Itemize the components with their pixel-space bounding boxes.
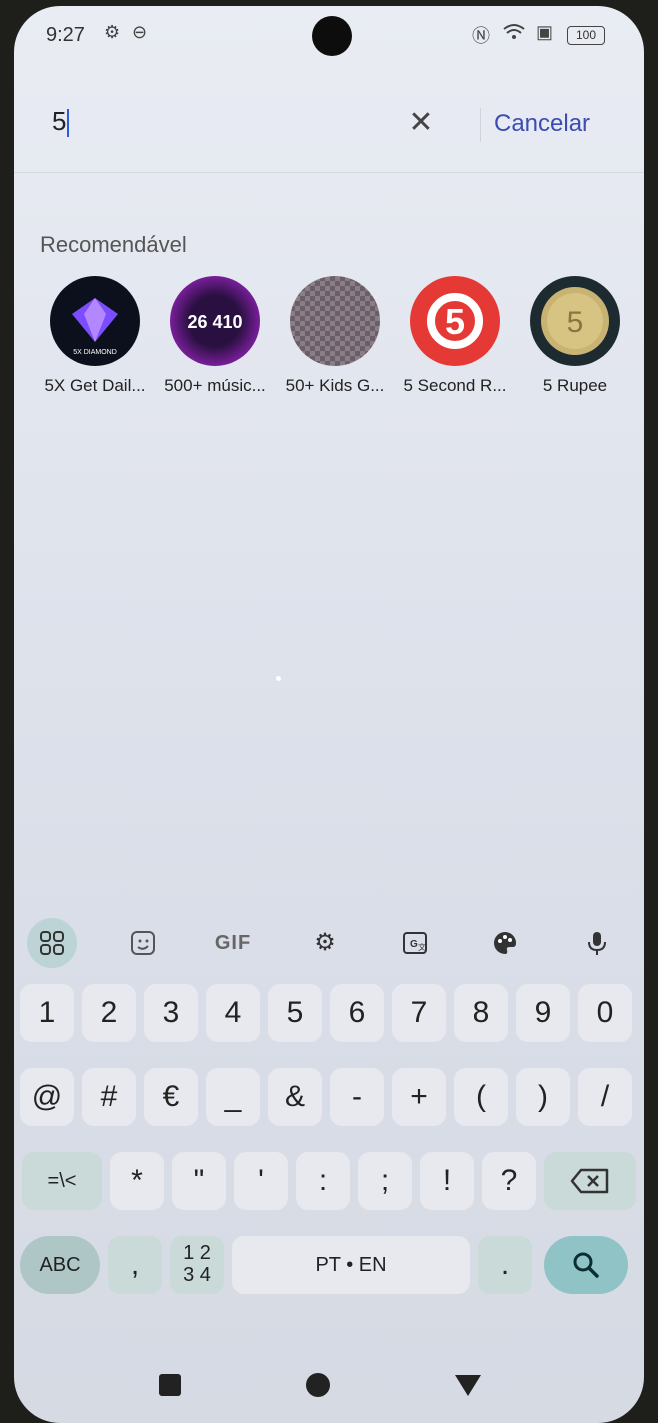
divider xyxy=(480,108,481,142)
settings-status-icon: ⚙ xyxy=(104,22,121,42)
key-open-paren[interactable]: ( xyxy=(454,1068,508,1126)
key-2[interactable]: 2 xyxy=(82,984,136,1042)
svg-text:G: G xyxy=(410,939,418,950)
key-euro[interactable]: € xyxy=(144,1068,198,1126)
phone-screen: 9:27 ⚙ ⊖ Ⓝ ▣ 100 5 ✕ Cancelar Recomendáv… xyxy=(14,6,644,1423)
numpad-button[interactable]: 1 23 4 xyxy=(170,1236,224,1294)
key-0[interactable]: 0 xyxy=(578,984,632,1042)
key-underscore[interactable]: _ xyxy=(206,1068,260,1126)
apps-grid-icon[interactable] xyxy=(27,918,77,968)
numpad-label-bottom: 3 4 xyxy=(183,1264,211,1286)
status-time: 9:27 xyxy=(46,24,85,46)
close-icon[interactable]: ✕ xyxy=(398,100,444,146)
section-title: Recomendável xyxy=(40,232,187,257)
numpad-label-top: 1 2 xyxy=(183,1242,211,1264)
search-input-text: 5 xyxy=(52,106,67,136)
microphone-icon[interactable] xyxy=(572,918,622,968)
key-8[interactable]: 8 xyxy=(454,984,508,1042)
key-5[interactable]: 5 xyxy=(268,984,322,1042)
nfc-icon: Ⓝ xyxy=(472,26,490,46)
key-hash[interactable]: # xyxy=(82,1068,136,1126)
keyboard-toolbar: GIF ⚙ G文 xyxy=(14,906,644,978)
navigation-bar xyxy=(14,1341,644,1423)
key-asterisk[interactable]: * xyxy=(110,1152,164,1210)
palette-icon[interactable] xyxy=(480,918,530,968)
key-1[interactable]: 1 xyxy=(20,984,74,1042)
wifi-icon xyxy=(502,22,526,47)
space-bar[interactable]: PT • EN xyxy=(232,1236,470,1294)
key-exclamation[interactable]: ! xyxy=(420,1152,474,1210)
cancel-button[interactable]: Cancelar xyxy=(494,98,614,150)
decorative-dot xyxy=(276,676,281,681)
home-icon[interactable] xyxy=(298,1365,338,1405)
app-item[interactable]: 26 410 500+ músic... xyxy=(156,268,274,396)
front-camera xyxy=(312,16,352,56)
bottom-row: ABC , 1 23 4 PT • EN . xyxy=(14,1236,644,1302)
translate-icon[interactable]: G文 xyxy=(390,918,440,968)
key-ampersand[interactable]: & xyxy=(268,1068,322,1126)
sim-icon: ▣ xyxy=(536,22,554,42)
diamond-app-icon: 5X DIAMOND xyxy=(50,276,140,366)
search-icon[interactable] xyxy=(544,1236,628,1294)
key-9[interactable]: 9 xyxy=(516,984,570,1042)
key-4[interactable]: 4 xyxy=(206,984,260,1042)
symbol-keyboard: 1 2 3 4 5 6 7 8 9 0 @ # € _ & - + ( ) / … xyxy=(14,984,644,1334)
key-6[interactable]: 6 xyxy=(330,984,384,1042)
text-cursor xyxy=(67,109,70,138)
five-second-app-icon: 5 xyxy=(410,276,500,366)
app-item[interactable]: 5X DIAMOND 5X Get Dail... xyxy=(36,268,154,396)
app-item[interactable]: 50+ Kids G... xyxy=(276,268,394,396)
key-period[interactable]: . xyxy=(478,1236,532,1294)
search-input[interactable]: 5 xyxy=(52,106,70,138)
back-icon[interactable] xyxy=(448,1365,488,1405)
rupee-coin-app-icon: 5 xyxy=(530,276,620,366)
key-single-quote[interactable]: ' xyxy=(234,1152,288,1210)
svg-text:5: 5 xyxy=(567,306,584,339)
svg-text:5: 5 xyxy=(445,301,465,342)
key-at[interactable]: @ xyxy=(20,1068,74,1126)
backspace-icon[interactable] xyxy=(544,1152,636,1210)
key-plus[interactable]: + xyxy=(392,1068,446,1126)
app-label: 5 Rupee xyxy=(542,376,608,395)
recents-icon[interactable] xyxy=(150,1365,190,1405)
key-more-symbols[interactable]: =\< xyxy=(22,1152,102,1210)
minus-status-icon: ⊖ xyxy=(132,22,148,42)
app-label: 5X Get Dail... xyxy=(44,376,146,395)
svg-text:文: 文 xyxy=(418,942,426,952)
key-semicolon[interactable]: ; xyxy=(358,1152,412,1210)
battery-icon: 100 xyxy=(567,26,605,45)
key-close-paren[interactable]: ) xyxy=(516,1068,570,1126)
key-comma[interactable]: , xyxy=(108,1236,162,1294)
key-question[interactable]: ? xyxy=(482,1152,536,1210)
abc-button[interactable]: ABC xyxy=(20,1236,100,1294)
gear-icon[interactable]: ⚙ xyxy=(300,918,350,968)
app-label: 500+ músic... xyxy=(164,376,266,395)
music-app-icon: 26 410 xyxy=(170,276,260,366)
app-label: 50+ Kids G... xyxy=(285,376,385,395)
app-label: 5 Second R... xyxy=(403,376,507,395)
key-colon[interactable]: : xyxy=(296,1152,350,1210)
sticker-icon[interactable] xyxy=(118,918,168,968)
svg-text:5X DIAMOND: 5X DIAMOND xyxy=(73,349,117,356)
key-3[interactable]: 3 xyxy=(144,984,198,1042)
app-item[interactable]: 5 5 Rupee xyxy=(516,268,634,396)
key-slash[interactable]: / xyxy=(578,1068,632,1126)
app-item[interactable]: 5 5 Second R... xyxy=(396,268,514,396)
symbol-row-1: @ # € _ & - + ( ) / xyxy=(14,1068,644,1134)
svg-text:26 410: 26 410 xyxy=(187,312,242,332)
recommended-apps: 5X DIAMOND 5X Get Dail... 26 410 500+ mú… xyxy=(32,268,642,428)
search-bar: 5 ✕ Cancelar xyxy=(14,76,644,173)
gif-button[interactable]: GIF xyxy=(208,918,258,968)
status-bar: 9:27 ⚙ ⊖ Ⓝ ▣ 100 xyxy=(14,6,644,60)
key-7[interactable]: 7 xyxy=(392,984,446,1042)
key-minus[interactable]: - xyxy=(330,1068,384,1126)
key-double-quote[interactable]: " xyxy=(172,1152,226,1210)
symbol-row-2: =\< * " ' : ; ! ? xyxy=(14,1152,644,1218)
kids-games-app-icon xyxy=(290,276,380,366)
number-row: 1 2 3 4 5 6 7 8 9 0 xyxy=(14,984,644,1050)
